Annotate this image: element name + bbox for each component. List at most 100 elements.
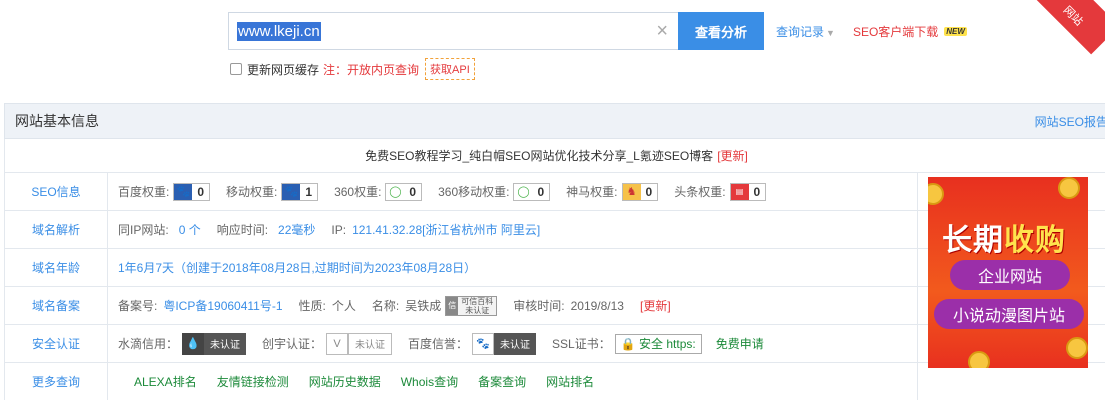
coin-icon [1066, 337, 1088, 359]
more-query-row: 更多查询 ALEXA排名 友情链接检测 网站历史数据 Whois查询 备案查询 … [4, 363, 1105, 400]
coin-icon [968, 351, 990, 368]
domain-age-value: 1年6月7天（创建于2018年08月28日,过期时间为2023年08月28日） [118, 261, 477, 275]
audit-date-label: 审核时间: [513, 299, 565, 313]
baidu-weight-badge[interactable]: 🐾 0 [173, 182, 211, 201]
whois-link[interactable]: Whois查询 [401, 373, 458, 390]
icp-no-value[interactable]: 粤ICP备19060411号-1 [163, 297, 282, 314]
acquisition-ad-banner[interactable]: 长期收购 企业网站 小说动漫图片站 [928, 177, 1088, 368]
ad-headline-b: 收购 [1004, 224, 1066, 257]
mobile-weight-value: 1 [305, 184, 313, 199]
baike-badge[interactable]: 信可信百科 未认证 [445, 295, 498, 316]
s360-weight-label: 360权重: [334, 185, 382, 199]
shuidi-label: 水滴信用： [118, 337, 179, 351]
coin-icon [1058, 177, 1080, 199]
icp-no-label: 备案号: [118, 299, 158, 313]
s360m-weight-label: 360移动权重: [438, 185, 510, 199]
new-badge: NEW [944, 26, 967, 36]
seo-weights: 百度权重: 🐾 0 移动权重: 🐾 1 360权重: ◯ 0 360移动权重: ◯ 0 … [108, 173, 918, 210]
row-label[interactable]: 域名解析 [5, 211, 108, 248]
row-label[interactable]: 域名备案 [5, 287, 108, 324]
shenma-weight-badge[interactable]: ♞ 0 [621, 182, 659, 201]
history-dropdown[interactable]: 查询记录 ▼ [776, 23, 835, 40]
row-label[interactable]: 安全认证 [5, 325, 108, 362]
row-label[interactable]: SEO信息 [5, 173, 108, 210]
refresh-cache-checkbox[interactable] [230, 63, 242, 75]
shenma-weight-label: 神马权重: [566, 185, 618, 199]
shenma-icon: ♞ [622, 183, 641, 200]
icp-info: 备案号: 粤ICP备19060411号-1 性质: 个人 名称: 吴铁成 信可信… [108, 287, 918, 324]
history-label[interactable]: 查询记录 [776, 25, 824, 39]
security-info: 水滴信用： 💧 未认证 创宇认证： V 未认证 百度信誉： 🐾 未认证 SSL证书： … [108, 325, 918, 362]
row-label[interactable]: 更多查询 [5, 363, 108, 400]
search-input-value[interactable]: www.lkeji.cn [237, 21, 321, 41]
baidu-weight-label: 百度权重: [118, 185, 170, 199]
options-row: 更新网页缓存 注：开放内页查询 获取API [230, 58, 475, 80]
s360-icon: ◯ [517, 186, 530, 198]
s360m-weight-value: 0 [537, 184, 545, 199]
row-label[interactable]: 域名年龄 [5, 249, 108, 286]
baike-top: 可信百科 [461, 296, 494, 306]
ssl-badge[interactable]: 🔒 安全 https: [614, 333, 702, 354]
ad-headline-a: 长期 [942, 224, 1004, 257]
refresh-cache-label: 更新网页缓存 [247, 62, 320, 77]
shuidi-badge[interactable]: 💧 未认证 [182, 332, 247, 355]
ssl-label: SSL证书： [552, 337, 611, 351]
close-icon[interactable]: × [656, 20, 668, 43]
baidu-credit-badge-text: 未认证 [494, 332, 537, 355]
mobile-weight-badge[interactable]: 🐾 1 [281, 182, 319, 201]
chuangyu-label: 创宇认证： [262, 337, 323, 351]
paw-icon: 🐾 [282, 183, 301, 200]
s360m-weight-badge[interactable]: ◯ 0 [513, 182, 551, 201]
title-update-link[interactable]: [更新] [717, 147, 748, 164]
s360-weight-badge[interactable]: ◯ 0 [385, 182, 423, 201]
site-rank-link[interactable]: 网站排名 [546, 373, 594, 390]
shuidi-badge-text: 未认证 [204, 332, 247, 355]
site-title: 免费SEO教程学习_纯白帽SEO网站优化技术分享_L氪迹SEO博客 [365, 149, 714, 163]
s360-icon: ◯ [389, 186, 402, 198]
domain-age-info: 1年6月7天（创建于2018年08月28日,过期时间为2023年08月28日） [108, 249, 918, 286]
ip-value: 121.41.32.28[浙江省杭州市 阿里云] [352, 223, 541, 237]
search-input[interactable]: www.lkeji.cn × [228, 12, 678, 50]
paw-icon: 🐾 [472, 332, 495, 355]
baike-text: 可信百科 未认证 [458, 297, 496, 315]
icp-type-label: 性质: [298, 299, 326, 313]
toutiao-weight-value: 0 [753, 184, 761, 199]
same-ip-value[interactable]: 0 个 [179, 221, 201, 238]
droplet-icon: 💧 [182, 332, 205, 355]
baike-icon: 信 [446, 296, 459, 315]
dns-info: 同IP网站: 0 个 响应时间: 22毫秒 IP: 121.41.32.28[浙… [108, 211, 918, 248]
chuangyu-badge[interactable]: V 未认证 [326, 332, 393, 355]
history-data-link[interactable]: 网站历史数据 [309, 373, 381, 390]
analyze-button[interactable]: 查看分析 [678, 12, 764, 50]
corner-ribbon[interactable]: 网站 [1034, 0, 1105, 55]
seo-download-label[interactable]: SEO客户端下载 [853, 23, 938, 40]
coin-icon [928, 183, 944, 205]
s360-weight-value: 0 [409, 184, 417, 199]
shenma-weight-value: 0 [645, 184, 653, 199]
free-apply-link[interactable]: 免费申请 [716, 335, 764, 352]
icp-update-link[interactable]: [更新] [640, 297, 671, 314]
more-query-links: ALEXA排名 友情链接检测 网站历史数据 Whois查询 备案查询 网站排名 [108, 363, 918, 400]
ssl-badge-text: 安全 https: [639, 337, 696, 351]
same-ip-label: 同IP网站: [118, 223, 169, 237]
ad-pill-enterprise: 企业网站 [950, 260, 1070, 290]
toutiao-weight-badge[interactable]: ▤ 0 [729, 182, 767, 201]
alexa-link[interactable]: ALEXA排名 [134, 373, 197, 390]
seo-client-download-link[interactable]: SEO客户端下载 NEW [853, 23, 967, 40]
audit-date-value: 2019/8/13 [570, 298, 624, 313]
lock-icon: 🔒 [620, 336, 640, 351]
ad-headline: 长期收购 [942, 215, 1066, 259]
shield-icon: V [326, 332, 349, 355]
icp-name-value: 吴铁成 [405, 299, 442, 313]
get-api-button[interactable]: 获取API [425, 58, 475, 80]
friend-link-check[interactable]: 友情链接检测 [217, 373, 289, 390]
paw-icon: 🐾 [174, 183, 193, 200]
icp-query-link[interactable]: 备案查询 [478, 373, 526, 390]
seo-report-link[interactable]: 网站SEO报告 [1035, 113, 1105, 130]
ip-label: IP: [331, 222, 347, 237]
mobile-weight-label: 移动权重: [226, 185, 278, 199]
panel-title: 网站基本信息 [15, 113, 99, 129]
toutiao-weight-label: 头条权重: [674, 185, 726, 199]
baidu-credit-badge[interactable]: 🐾 未认证 [472, 332, 537, 355]
inner-page-note: 注：开放内页查询 [323, 62, 420, 77]
